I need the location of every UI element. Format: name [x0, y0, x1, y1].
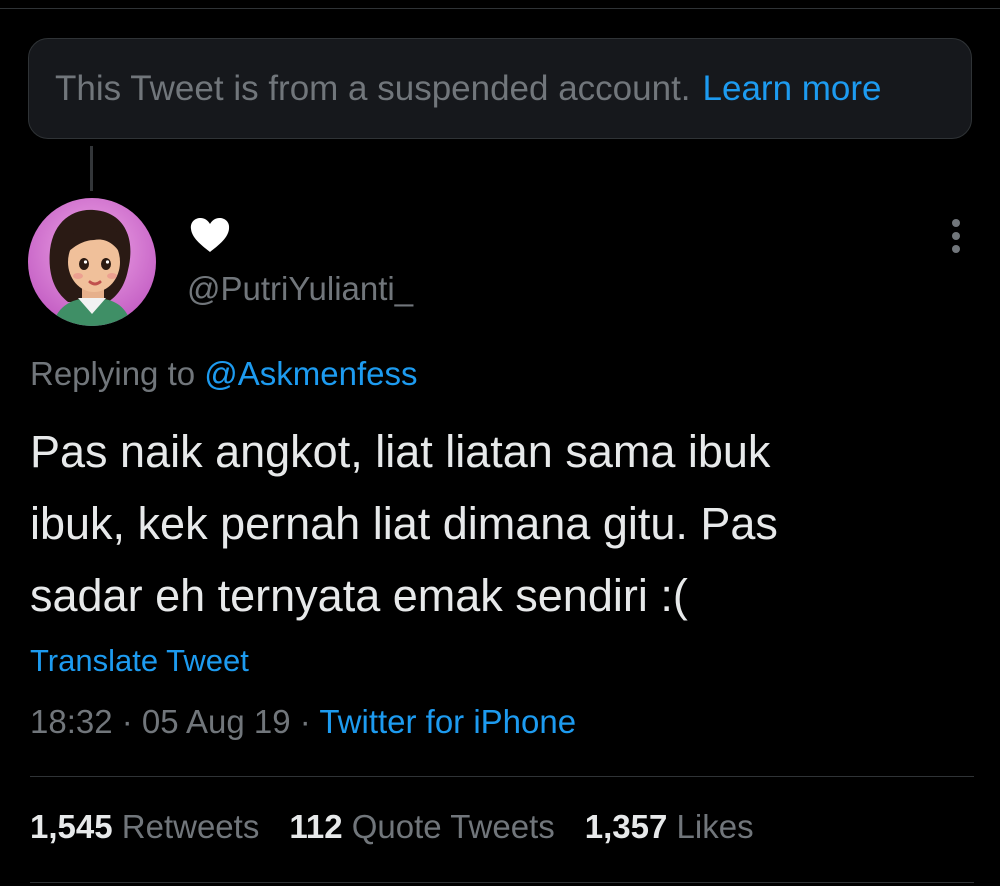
bottom-divider — [30, 882, 974, 883]
likes-stat[interactable]: 1,357 Likes — [585, 808, 754, 846]
avatar[interactable] — [28, 198, 156, 326]
replying-to: Replying to @Askmenfess — [30, 355, 418, 393]
quote-tweets-label: Quote Tweets — [351, 808, 555, 845]
tweet-text-line: sadar eh ternyata emak sendiri :( — [30, 570, 688, 621]
cartoon-girl-avatar-icon — [28, 198, 156, 326]
meta-separator: · — [290, 703, 320, 740]
suspended-account-notice: This Tweet is from a suspended account. … — [28, 38, 972, 139]
tweet-metadata: 18:32 · 05 Aug 19 · Twitter for iPhone — [30, 703, 576, 741]
tweet-text: Pas naik angkot, liat liatan sama ibuk i… — [30, 416, 970, 632]
thread-connector-line — [90, 146, 93, 191]
meta-separator: · — [112, 703, 142, 740]
vertical-ellipsis-icon — [952, 219, 960, 227]
tweet-stats: 1,545 Retweets 112 Quote Tweets 1,357 Li… — [30, 808, 784, 846]
retweets-stat[interactable]: 1,545 Retweets — [30, 808, 259, 846]
top-divider — [0, 8, 1000, 9]
tweet-time: 18:32 — [30, 703, 113, 740]
stats-divider — [30, 776, 974, 777]
quote-tweets-stat[interactable]: 112 Quote Tweets — [289, 808, 554, 846]
tweet-text-line: Pas naik angkot, liat liatan sama ibuk — [30, 426, 771, 477]
more-options-button[interactable] — [936, 214, 976, 258]
likes-count: 1,357 — [584, 808, 668, 845]
reply-target-handle[interactable]: @Askmenfess — [204, 355, 417, 392]
tweet-text-line: ibuk, kek pernah liat dimana gitu. Pas — [30, 498, 778, 549]
suspended-notice-text: This Tweet is from a suspended account. — [55, 68, 691, 108]
likes-label: Likes — [676, 808, 754, 845]
tweet-source-link[interactable]: Twitter for iPhone — [319, 703, 576, 740]
replying-to-label: Replying to — [30, 355, 196, 392]
tweet-date: 05 Aug 19 — [141, 703, 291, 740]
quote-tweets-count: 112 — [289, 808, 343, 845]
translate-tweet-link[interactable]: Translate Tweet — [30, 643, 249, 679]
retweets-count: 1,545 — [30, 808, 113, 845]
retweets-label: Retweets — [121, 808, 260, 845]
learn-more-link[interactable]: Learn more — [703, 69, 882, 109]
white-heart-icon — [188, 216, 232, 254]
author-handle[interactable]: @PutriYulianti_ — [187, 270, 413, 308]
